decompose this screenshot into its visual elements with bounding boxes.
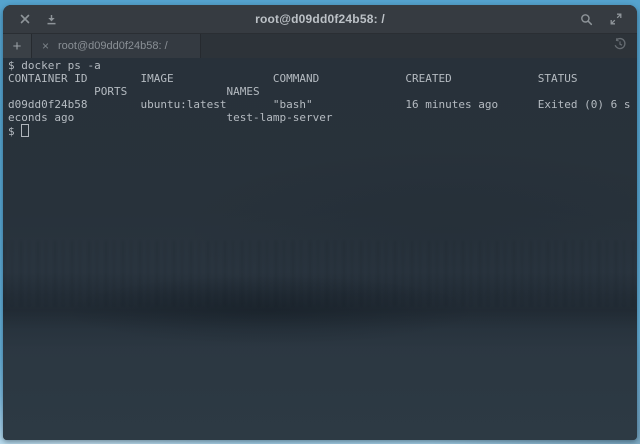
clock-history-icon xyxy=(613,37,627,56)
terminal-line: CONTAINER ID IMAGE COMMAND CREATED STATU… xyxy=(8,72,637,85)
terminal-line: PORTS NAMES xyxy=(8,85,637,98)
close-icon xyxy=(20,14,30,24)
expand-arrows-icon xyxy=(610,13,622,25)
terminal-line: $ xyxy=(8,124,637,138)
history-button[interactable] xyxy=(603,34,637,58)
download-button[interactable] xyxy=(43,11,60,28)
arrow-down-to-bar-icon xyxy=(46,14,57,25)
tab-label: root@d09dd0f24b58: / xyxy=(58,40,168,52)
titlebar[interactable]: root@d09dd0f24b58: / xyxy=(3,5,637,34)
close-window-button[interactable] xyxy=(16,11,33,28)
tabbar-spacer xyxy=(201,34,603,58)
terminal-window: root@d09dd0f24b58: / + × root@d09dd0f24b… xyxy=(3,5,637,440)
terminal-line: $ docker ps -a xyxy=(8,59,637,72)
terminal-pane[interactable]: $ docker ps -aCONTAINER ID IMAGE COMMAND… xyxy=(3,58,637,440)
window-title: root@d09dd0f24b58: / xyxy=(3,12,637,26)
terminal-line: econds ago test-lamp-server xyxy=(8,111,637,124)
tab-bar: + × root@d09dd0f24b58: / xyxy=(3,34,637,58)
search-icon xyxy=(580,13,593,26)
search-button[interactable] xyxy=(578,11,595,28)
new-tab-button[interactable]: + xyxy=(3,34,32,58)
fullscreen-button[interactable] xyxy=(607,11,624,28)
terminal-content: $ docker ps -aCONTAINER ID IMAGE COMMAND… xyxy=(8,59,637,138)
terminal-line: d09dd0f24b58 ubuntu:latest "bash" 16 min… xyxy=(8,98,637,111)
tab-close-icon[interactable]: × xyxy=(42,40,49,52)
tab-root-session[interactable]: × root@d09dd0f24b58: / xyxy=(32,34,201,58)
terminal-cursor xyxy=(21,124,29,137)
